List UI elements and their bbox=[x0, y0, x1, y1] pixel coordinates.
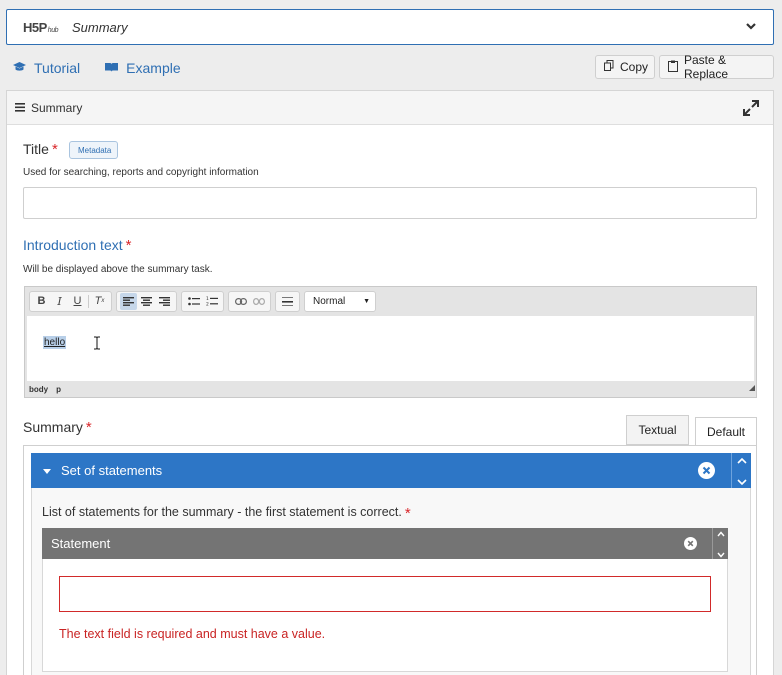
chevron-down-icon[interactable] bbox=[745, 19, 757, 37]
statement-title: Statement bbox=[51, 536, 111, 551]
chevron-up-icon[interactable] bbox=[736, 451, 747, 469]
title-field-description: Used for searching, reports and copyrigh… bbox=[23, 167, 259, 178]
intro-field-description: Will be displayed above the summary task… bbox=[23, 264, 213, 275]
numbered-list-icon[interactable]: 12 bbox=[203, 293, 220, 310]
summary-field-label: Summary * bbox=[23, 419, 92, 436]
reorder-arrows bbox=[731, 453, 751, 488]
copy-button[interactable]: Copy bbox=[595, 55, 655, 79]
paste-replace-button[interactable]: Paste & Replace bbox=[659, 53, 774, 81]
statement-input[interactable] bbox=[59, 576, 711, 612]
tab-default[interactable]: Default bbox=[695, 417, 757, 446]
svg-text:2: 2 bbox=[206, 302, 209, 307]
editor-toolbar: B I U Tx 1 2 Normal ▼ bbox=[25, 287, 756, 315]
summary-default-editor: Set of statements List of statements for… bbox=[23, 445, 757, 675]
element-path-body[interactable]: body bbox=[29, 385, 48, 394]
text-cursor-icon bbox=[93, 336, 101, 355]
title-field-label: Title * bbox=[23, 141, 58, 158]
open-book-icon bbox=[104, 60, 119, 76]
copy-button-label: Copy bbox=[620, 60, 649, 74]
underline-icon[interactable]: U bbox=[69, 293, 86, 310]
remove-circle-icon[interactable] bbox=[698, 462, 715, 482]
resize-handle-icon[interactable] bbox=[749, 378, 755, 396]
caret-down-icon[interactable] bbox=[43, 463, 51, 478]
h5p-hub-logo: H5P hub bbox=[23, 19, 58, 35]
align-center-icon[interactable] bbox=[138, 293, 155, 310]
statements-list-description: List of statements for the summary - the… bbox=[42, 505, 411, 522]
rich-text-editor: B I U Tx 1 2 Normal ▼ hello body p bbox=[24, 286, 757, 398]
list-icon bbox=[15, 101, 25, 115]
intro-field-label: Introduction text * bbox=[23, 237, 132, 254]
chevron-up-icon[interactable] bbox=[716, 524, 725, 542]
statement-item-header[interactable]: Statement bbox=[42, 528, 712, 559]
set-of-statements-title: Set of statements bbox=[61, 463, 163, 478]
italic-icon[interactable]: I bbox=[51, 293, 68, 310]
panel-title: Summary bbox=[31, 100, 83, 115]
align-right-icon[interactable] bbox=[156, 293, 173, 310]
example-link-label: Example bbox=[126, 60, 181, 76]
editor-content-area[interactable]: hello bbox=[27, 316, 754, 381]
remove-circle-icon[interactable] bbox=[684, 537, 697, 553]
tab-textual[interactable]: Textual bbox=[626, 415, 689, 445]
remove-format-icon[interactable]: Tx bbox=[91, 293, 108, 310]
link-icon[interactable] bbox=[232, 293, 249, 310]
example-link[interactable]: Example bbox=[104, 60, 181, 76]
unlink-icon[interactable] bbox=[250, 293, 267, 310]
selected-content-type-title: Summary bbox=[71, 19, 128, 35]
statement-item-body: The text field is required and must have… bbox=[42, 559, 728, 672]
statement-error-message: The text field is required and must have… bbox=[59, 627, 326, 641]
content-type-selector[interactable]: H5P hub Summary bbox=[6, 9, 774, 45]
format-select[interactable]: Normal ▼ bbox=[304, 290, 376, 312]
set-of-statements-header[interactable]: Set of statements bbox=[31, 453, 731, 488]
statement-reorder-arrows bbox=[712, 528, 728, 559]
summary-editor-panel: Summary Title * Metadata Used for searchi… bbox=[6, 90, 774, 675]
caret-down-icon: ▼ bbox=[363, 297, 370, 305]
svg-text:1: 1 bbox=[206, 296, 209, 302]
bulleted-list-icon[interactable] bbox=[185, 293, 202, 310]
horizontal-line-icon[interactable] bbox=[279, 293, 296, 310]
tutorial-link[interactable]: Tutorial bbox=[12, 60, 80, 76]
metadata-button[interactable]: Metadata bbox=[69, 141, 119, 159]
statements-list-container: List of statements for the summary - the… bbox=[31, 488, 751, 675]
bold-icon[interactable]: B bbox=[33, 293, 50, 310]
element-path: body p bbox=[29, 385, 61, 394]
graduation-cap-icon bbox=[12, 60, 27, 76]
title-input[interactable] bbox=[23, 187, 757, 219]
clipboard-icon bbox=[668, 60, 678, 75]
copy-icon bbox=[604, 60, 614, 74]
fullscreen-expand-icon[interactable] bbox=[743, 100, 759, 119]
editor-selected-text[interactable]: hello bbox=[43, 336, 67, 349]
paste-replace-button-label: Paste & Replace bbox=[684, 53, 729, 81]
panel-header: Summary bbox=[7, 91, 773, 125]
tutorial-link-label: Tutorial bbox=[34, 60, 81, 76]
align-left-icon[interactable] bbox=[120, 292, 137, 310]
element-path-p[interactable]: p bbox=[56, 385, 61, 394]
